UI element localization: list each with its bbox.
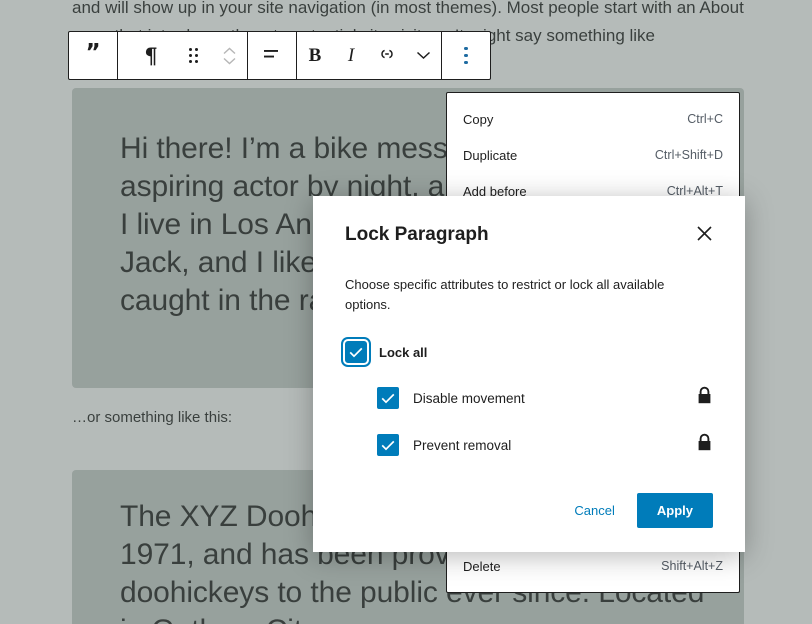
more-formatting-button[interactable]	[405, 32, 441, 79]
drag-handle-button[interactable]	[175, 32, 211, 79]
modal-actions: Cancel Apply	[345, 493, 713, 528]
block-options-dropdown-tail: Delete Shift+Alt+Z	[446, 548, 740, 593]
modal-header: Lock Paragraph	[345, 222, 713, 250]
toolbar-group-options	[442, 32, 490, 79]
chevron-down-icon	[416, 48, 431, 63]
toolbar-group-formatting: B I	[297, 32, 442, 79]
lock-all-row[interactable]: Lock all	[345, 341, 713, 363]
pilcrow-icon: ¶	[144, 43, 158, 68]
vertical-ellipsis-icon	[464, 46, 468, 65]
chevron-updown-icon	[223, 47, 236, 65]
move-updown-button[interactable]	[211, 32, 247, 79]
lock-all-checkbox[interactable]	[345, 341, 367, 363]
lock-icon	[696, 386, 713, 410]
modal-description: Choose specific attributes to restrict o…	[345, 277, 665, 312]
lock-paragraph-modal: Lock Paragraph Choose specific attribute…	[313, 196, 745, 552]
block-type-quote-button[interactable]: ”	[69, 32, 117, 79]
link-button[interactable]	[369, 32, 405, 79]
italic-icon: I	[347, 44, 355, 66]
quote-icon: ”	[85, 40, 101, 66]
option-row-prevent-removal[interactable]: Prevent removal	[377, 433, 713, 457]
menu-item-duplicate-label: Duplicate	[463, 147, 518, 163]
lock-icon	[696, 433, 713, 457]
paragraph-transform-button[interactable]: ¶	[127, 32, 175, 79]
prevent-removal-checkbox[interactable]	[377, 434, 399, 456]
lock-all-label: Lock all	[379, 344, 428, 360]
menu-item-delete-shortcut: Shift+Alt+Z	[661, 559, 723, 573]
disable-movement-checkbox[interactable]	[377, 387, 399, 409]
menu-item-copy[interactable]: Copy Ctrl+C	[447, 101, 739, 137]
apply-button[interactable]: Apply	[636, 493, 713, 528]
bold-icon: B	[308, 44, 322, 66]
italic-button[interactable]: I	[333, 32, 369, 79]
link-icon	[377, 47, 397, 64]
menu-item-delete-label: Delete	[463, 558, 501, 574]
toolbar-gap	[118, 32, 127, 79]
block-toolbar: ” ¶ B I	[68, 31, 491, 80]
menu-item-duplicate-shortcut: Ctrl+Shift+D	[654, 148, 723, 162]
prevent-removal-label: Prevent removal	[413, 437, 512, 453]
bold-button[interactable]: B	[297, 32, 333, 79]
toolbar-group-align	[248, 32, 297, 79]
block-options-button[interactable]	[442, 32, 490, 79]
disable-movement-label: Disable movement	[413, 390, 525, 406]
align-button[interactable]	[248, 32, 296, 79]
close-button[interactable]	[689, 220, 719, 250]
menu-item-copy-label: Copy	[463, 111, 494, 127]
toolbar-group-block-type: ”	[69, 32, 118, 79]
align-left-icon	[262, 47, 282, 64]
close-icon	[696, 225, 713, 245]
option-row-disable-movement[interactable]: Disable movement	[377, 386, 713, 410]
menu-item-duplicate[interactable]: Duplicate Ctrl+Shift+D	[447, 137, 739, 173]
modal-title: Lock Paragraph	[345, 224, 489, 245]
between-blocks-text: …or something like this:	[72, 409, 233, 426]
menu-item-delete[interactable]: Delete Shift+Alt+Z	[447, 548, 739, 584]
toolbar-group-block-controls: ¶	[127, 32, 248, 79]
cancel-button[interactable]: Cancel	[564, 495, 624, 526]
drag-handle-icon	[188, 48, 198, 63]
menu-item-copy-shortcut: Ctrl+C	[687, 112, 723, 126]
screen-root: and will show up in your site navigation…	[0, 0, 812, 624]
